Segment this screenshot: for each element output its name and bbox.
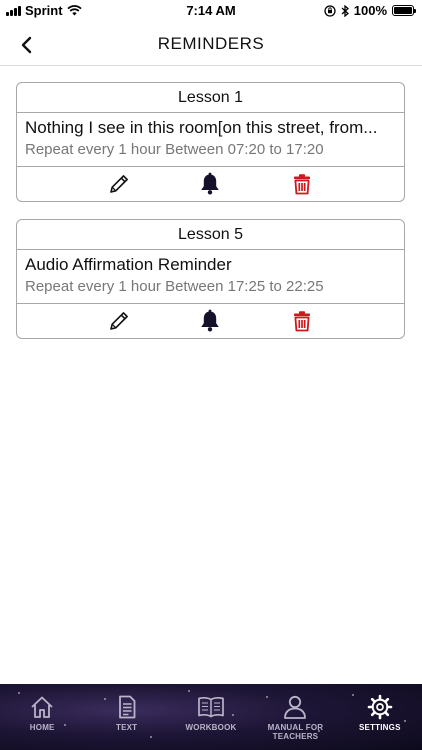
bluetooth-icon	[341, 4, 349, 17]
document-icon	[118, 695, 136, 719]
reminder-title: Audio Affirmation Reminder	[25, 255, 232, 274]
battery-fill	[394, 7, 412, 14]
notification-button[interactable]	[195, 169, 225, 199]
tab-home[interactable]: HOME	[0, 684, 84, 750]
reminder-body[interactable]: Audio Affirmation Reminder Repeat every …	[17, 250, 404, 304]
book-icon	[198, 696, 224, 718]
tab-settings[interactable]: SETTINGS	[338, 684, 422, 750]
reminder-title: Nothing I see in this room[on this stree…	[25, 118, 378, 137]
tab-label: MANUAL FOR TEACHERS	[267, 723, 324, 741]
reminder-schedule: Repeat every 1 hour Between 17:25 to 22:…	[25, 278, 324, 295]
pencil-icon	[110, 312, 128, 330]
tab-label: SETTINGS	[359, 723, 401, 732]
reminder-actions	[17, 304, 404, 338]
tab-label: HOME	[29, 723, 55, 732]
tab-label: WORKBOOK	[185, 723, 237, 732]
reminder-card: Lesson 5 Audio Affirmation Reminder Repe…	[16, 219, 405, 339]
tab-text[interactable]: TEXT	[84, 684, 168, 750]
page-title: REMINDERS	[157, 34, 265, 53]
delete-button[interactable]	[287, 306, 317, 336]
trash-icon	[294, 311, 311, 332]
bell-icon	[201, 172, 220, 195]
tab-workbook[interactable]: WORKBOOK	[169, 684, 253, 750]
reminder-schedule: Repeat every 1 hour Between 07:20 to 17:…	[25, 141, 324, 158]
edit-button[interactable]	[104, 169, 134, 199]
edit-button[interactable]	[104, 306, 134, 336]
nav-bar: REMINDERS	[0, 22, 422, 66]
orientation-lock-icon	[324, 4, 336, 17]
battery-icon	[392, 5, 416, 16]
tab-label: TEXT	[115, 723, 138, 732]
status-bar: Sprint 7:14 AM 100%	[0, 0, 422, 22]
notification-button[interactable]	[195, 306, 225, 336]
lesson-label: Lesson 1	[17, 83, 404, 113]
user-icon	[284, 695, 307, 719]
trash-icon	[294, 174, 311, 195]
gear-icon	[367, 694, 393, 720]
home-icon	[31, 696, 53, 718]
tab-bar: HOME TEXT WORKBOOK MANUAL FOR TEACHERS S…	[0, 684, 422, 750]
bell-icon	[201, 309, 220, 332]
delete-button[interactable]	[287, 169, 317, 199]
pencil-icon	[110, 175, 128, 193]
battery-percent: 100%	[353, 3, 387, 18]
status-right: 100%	[324, 3, 416, 18]
reminder-body[interactable]: Nothing I see in this room[on this stree…	[17, 113, 404, 167]
tab-manual-for-teachers[interactable]: MANUAL FOR TEACHERS	[253, 684, 337, 750]
reminder-card: Lesson 1 Nothing I see in this room[on t…	[16, 82, 405, 202]
reminder-actions	[17, 167, 404, 201]
lesson-label: Lesson 5	[17, 220, 404, 250]
